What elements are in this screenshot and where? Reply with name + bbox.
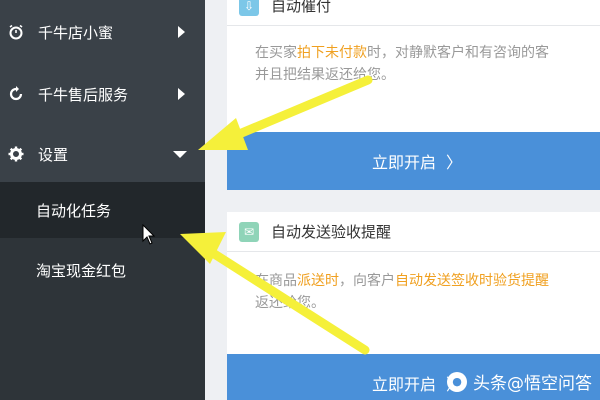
desc-text: 时，对静默客户和有咨询的客 xyxy=(367,45,549,61)
gear-icon xyxy=(8,146,24,162)
sidebar: 千牛店小蜜 千牛售后服务 设置 自动化任务 淘宝现金红包 xyxy=(0,0,205,400)
desc-text: 并且把结果返还给您。 xyxy=(255,67,395,83)
desc-highlight: 拍下未付款 xyxy=(297,45,367,61)
sidebar-subitem-taobao-red-envelope[interactable]: 淘宝现金红包 xyxy=(0,242,205,298)
desc-highlight: 派送时 xyxy=(297,273,339,289)
main-content: ⇩ 自动催付 在买家拍下未付款时，对静默客户和有咨询的客 并且把结果返还给您。 … xyxy=(205,0,600,400)
desc-text: 返还给您。 xyxy=(255,295,325,311)
desc-text: 在商品 xyxy=(255,273,297,289)
panel-header: ✉ 自动发送验收提醒 xyxy=(227,212,600,252)
panel-title: 自动发送验收提醒 xyxy=(271,223,392,241)
envelope-icon: ✉ xyxy=(239,221,259,242)
refresh-icon xyxy=(8,86,24,102)
chevron-down-icon xyxy=(173,150,187,158)
sidebar-item-settings[interactable]: 设置 xyxy=(0,124,205,184)
shield-download-icon: ⇩ xyxy=(239,0,259,16)
alarm-clock-icon xyxy=(8,24,24,40)
settings-submenu: 自动化任务 淘宝现金红包 xyxy=(0,182,205,400)
sidebar-subitem-automation-tasks[interactable]: 自动化任务 xyxy=(0,182,205,238)
sidebar-item-qianniu-xiaomi[interactable]: 千牛店小蜜 xyxy=(0,2,205,62)
button-label: 立即开启 xyxy=(371,153,436,172)
watermark-text: 头条@悟空问答 xyxy=(473,374,592,394)
panel-description: 在商品派送时，向客户自动发送签收时验货提醒 返还给您。 xyxy=(227,252,600,314)
watermark: ● 头条@悟空问答 xyxy=(447,369,592,394)
auto-payment-reminder-panel: ⇩ 自动催付 在买家拍下未付款时，对静默客户和有咨询的客 并且把结果返还给您。 … xyxy=(227,0,600,190)
panel-header: ⇩ 自动催付 xyxy=(227,0,600,26)
sidebar-item-label: 设置 xyxy=(38,145,69,164)
wukong-logo-icon: ● xyxy=(447,371,467,392)
subitem-label: 自动化任务 xyxy=(36,201,112,220)
desc-text: ，向客户 xyxy=(339,273,395,289)
button-label: 立即开启 xyxy=(371,375,436,394)
panel-description: 在买家拍下未付款时，对静默客户和有咨询的客 并且把结果返还给您。 xyxy=(227,26,600,86)
sidebar-item-label: 千牛售后服务 xyxy=(38,85,129,104)
panel-title: 自动催付 xyxy=(271,0,332,15)
subitem-label: 淘宝现金红包 xyxy=(36,261,127,280)
chevron-right-icon xyxy=(178,26,185,38)
sidebar-item-label: 千牛店小蜜 xyxy=(38,23,114,42)
enable-auto-payment-button[interactable]: 立即开启〉 xyxy=(227,132,600,190)
sidebar-item-qianniu-aftersale[interactable]: 千牛售后服务 xyxy=(0,64,205,124)
chevron-right-icon xyxy=(178,88,185,100)
mouse-cursor-icon xyxy=(142,224,156,245)
chevron-right-icon: 〉 xyxy=(446,153,463,172)
desc-highlight: 自动发送签收时验货提醒 xyxy=(395,273,549,289)
desc-text: 在买家 xyxy=(255,45,297,61)
